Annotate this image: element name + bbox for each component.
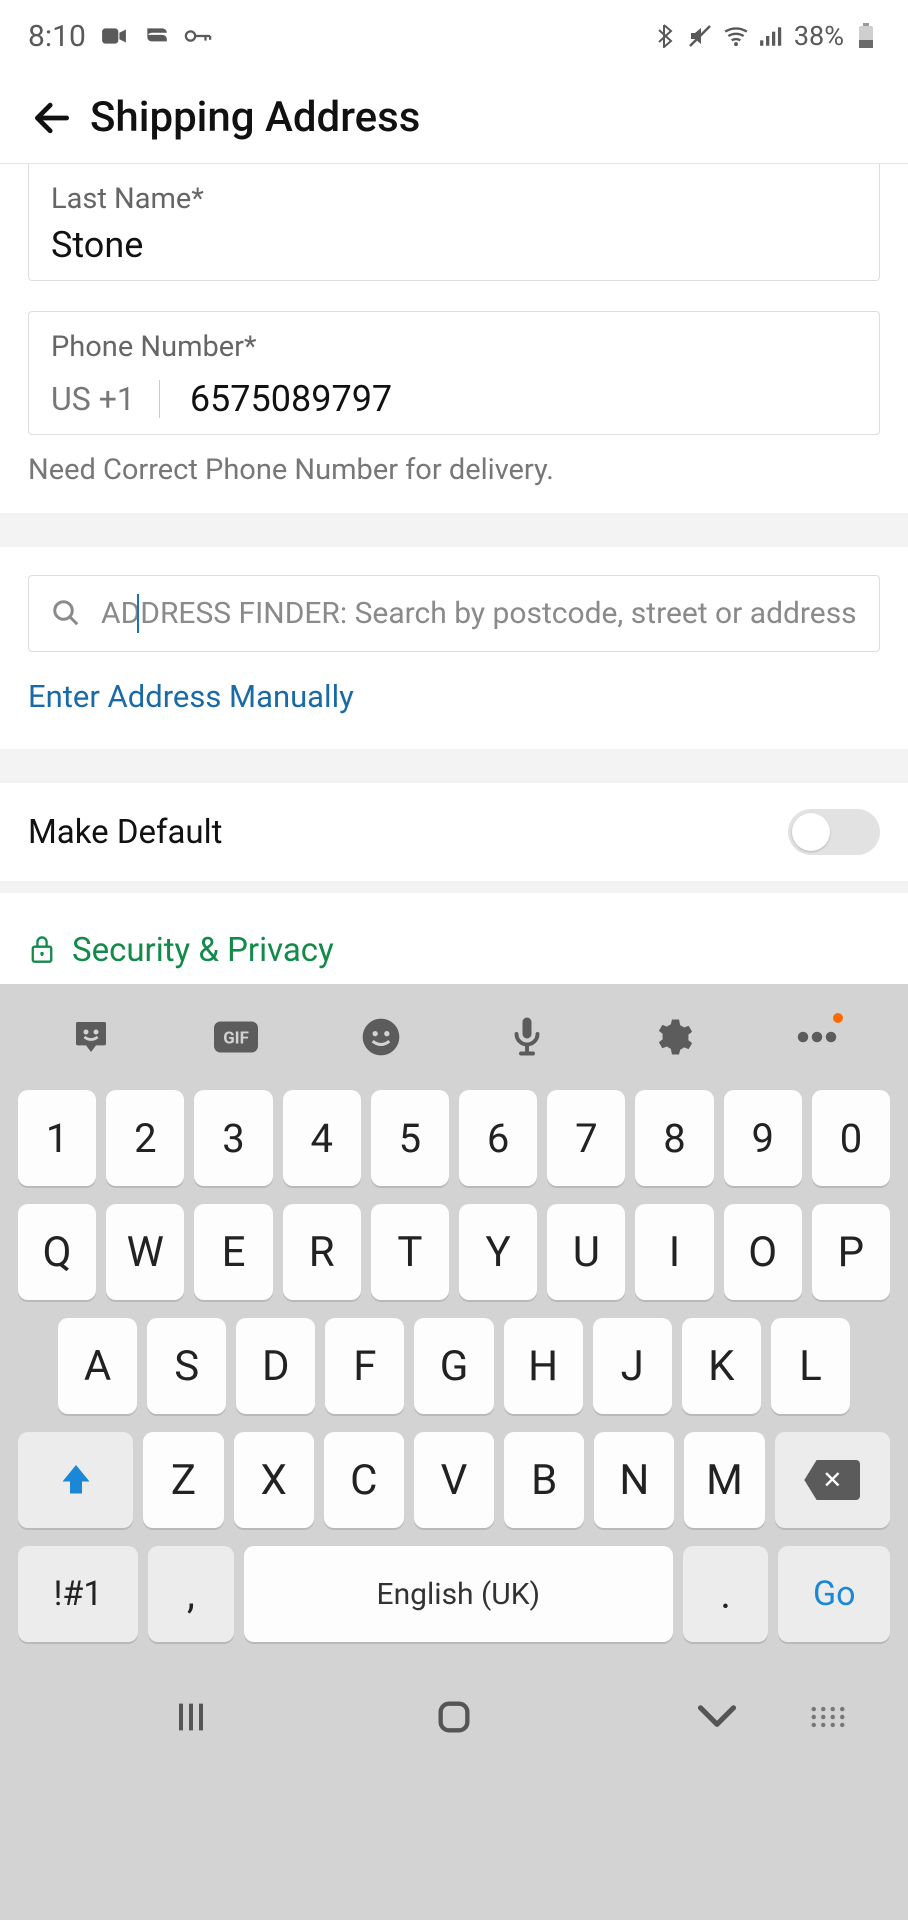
key-9[interactable]: 9 xyxy=(724,1090,802,1186)
emoji-icon[interactable] xyxy=(353,1009,409,1065)
search-icon xyxy=(51,598,83,630)
key-y[interactable]: Y xyxy=(459,1204,537,1300)
key-o[interactable]: O xyxy=(724,1204,802,1300)
kb-row-1: QWERTYUIOP xyxy=(18,1204,890,1300)
key-5[interactable]: 5 xyxy=(371,1090,449,1186)
dot-key[interactable]: . xyxy=(683,1546,769,1642)
key-z[interactable]: Z xyxy=(143,1432,223,1528)
key-2[interactable]: 2 xyxy=(106,1090,184,1186)
comma-key[interactable]: , xyxy=(148,1546,234,1642)
key-t[interactable]: T xyxy=(371,1204,449,1300)
key-n[interactable]: N xyxy=(594,1432,674,1528)
lock-icon xyxy=(28,934,56,968)
key-icon xyxy=(184,25,212,47)
key-p[interactable]: P xyxy=(812,1204,890,1300)
more-icon[interactable] xyxy=(789,1009,845,1065)
key-k[interactable]: K xyxy=(682,1318,761,1414)
last-name-value: Stone xyxy=(51,224,857,266)
kb-row-num: 1234567890 xyxy=(18,1090,890,1186)
phone-field[interactable]: Phone Number* US +1 6575089797 xyxy=(28,311,880,435)
sticker-icon[interactable] xyxy=(63,1009,119,1065)
key-3[interactable]: 3 xyxy=(194,1090,272,1186)
key-8[interactable]: 8 xyxy=(635,1090,713,1186)
address-search-input[interactable] xyxy=(101,596,857,631)
svg-text:GIF: GIF xyxy=(223,1028,249,1048)
key-e[interactable]: E xyxy=(194,1204,272,1300)
signal-icon xyxy=(758,25,786,47)
home-button[interactable] xyxy=(414,1692,494,1742)
key-m[interactable]: M xyxy=(684,1432,764,1528)
key-7[interactable]: 7 xyxy=(547,1090,625,1186)
back-button[interactable] xyxy=(22,88,82,148)
key-h[interactable]: H xyxy=(504,1318,583,1414)
address-search-field[interactable] xyxy=(28,575,880,652)
back-nav-button[interactable] xyxy=(677,1692,757,1742)
make-default-toggle[interactable] xyxy=(788,809,880,855)
key-1[interactable]: 1 xyxy=(18,1090,96,1186)
key-f[interactable]: F xyxy=(325,1318,404,1414)
video-icon xyxy=(100,25,128,47)
key-a[interactable]: A xyxy=(58,1318,137,1414)
last-name-label: Last Name* xyxy=(51,182,857,216)
status-bar: 8:10 38% xyxy=(0,0,908,72)
android-nav-bar xyxy=(0,1662,908,1772)
recents-button[interactable] xyxy=(151,1692,231,1742)
key-b[interactable]: B xyxy=(504,1432,584,1528)
key-l[interactable]: L xyxy=(771,1318,850,1414)
keyboard: GIF 1234567890 QWERTYUIOP ASDFGHJKL ZXCV… xyxy=(0,984,908,1920)
enter-manually-link[interactable]: Enter Address Manually xyxy=(28,678,354,715)
kb-row-2: ASDFGHJKL xyxy=(18,1318,890,1414)
key-x[interactable]: X xyxy=(234,1432,314,1528)
key-i[interactable]: I xyxy=(635,1204,713,1300)
phone-helper: Need Correct Phone Number for delivery. xyxy=(28,453,880,487)
key-j[interactable]: J xyxy=(593,1318,672,1414)
shift-key[interactable] xyxy=(18,1432,133,1528)
key-w[interactable]: W xyxy=(106,1204,184,1300)
key-q[interactable]: Q xyxy=(18,1204,96,1300)
mute-icon xyxy=(686,25,714,47)
text-cursor xyxy=(137,594,139,633)
go-key[interactable]: Go xyxy=(778,1546,890,1642)
last-name-field[interactable]: Last Name* Stone xyxy=(28,164,880,281)
kb-row-3: ZXCVBNM ✕ xyxy=(18,1432,890,1528)
key-0[interactable]: 0 xyxy=(812,1090,890,1186)
page-title: Shipping Address xyxy=(90,93,420,142)
make-default-label: Make Default xyxy=(28,813,222,852)
key-u[interactable]: U xyxy=(547,1204,625,1300)
app-header: Shipping Address xyxy=(0,72,908,164)
key-r[interactable]: R xyxy=(283,1204,361,1300)
wifi-icon xyxy=(722,25,750,47)
kb-row-4: !#1 , English (UK) . Go xyxy=(18,1546,890,1642)
key-c[interactable]: C xyxy=(324,1432,404,1528)
gif-icon[interactable]: GIF xyxy=(208,1009,264,1065)
key-v[interactable]: V xyxy=(414,1432,494,1528)
phone-prefix[interactable]: US +1 xyxy=(51,380,160,418)
security-row[interactable]: Security & Privacy xyxy=(0,909,908,970)
battery-text: 38% xyxy=(794,20,844,52)
gear-icon[interactable] xyxy=(644,1009,700,1065)
phone-value: 6575089797 xyxy=(160,378,392,420)
keyboard-switch-button[interactable] xyxy=(788,1692,868,1742)
key-6[interactable]: 6 xyxy=(459,1090,537,1186)
backspace-key[interactable]: ✕ xyxy=(775,1432,890,1528)
battery-icon xyxy=(852,25,880,47)
cast-icon xyxy=(142,25,170,47)
key-4[interactable]: 4 xyxy=(283,1090,361,1186)
bluetooth-icon xyxy=(650,25,678,47)
make-default-row: Make Default xyxy=(0,783,908,881)
key-d[interactable]: D xyxy=(236,1318,315,1414)
key-s[interactable]: S xyxy=(147,1318,226,1414)
symbols-key[interactable]: !#1 xyxy=(18,1546,138,1642)
space-key[interactable]: English (UK) xyxy=(244,1546,673,1642)
security-label: Security & Privacy xyxy=(72,931,334,970)
mic-icon[interactable] xyxy=(499,1009,555,1065)
clock: 8:10 xyxy=(28,19,86,54)
key-g[interactable]: G xyxy=(414,1318,493,1414)
phone-label: Phone Number* xyxy=(51,330,857,364)
